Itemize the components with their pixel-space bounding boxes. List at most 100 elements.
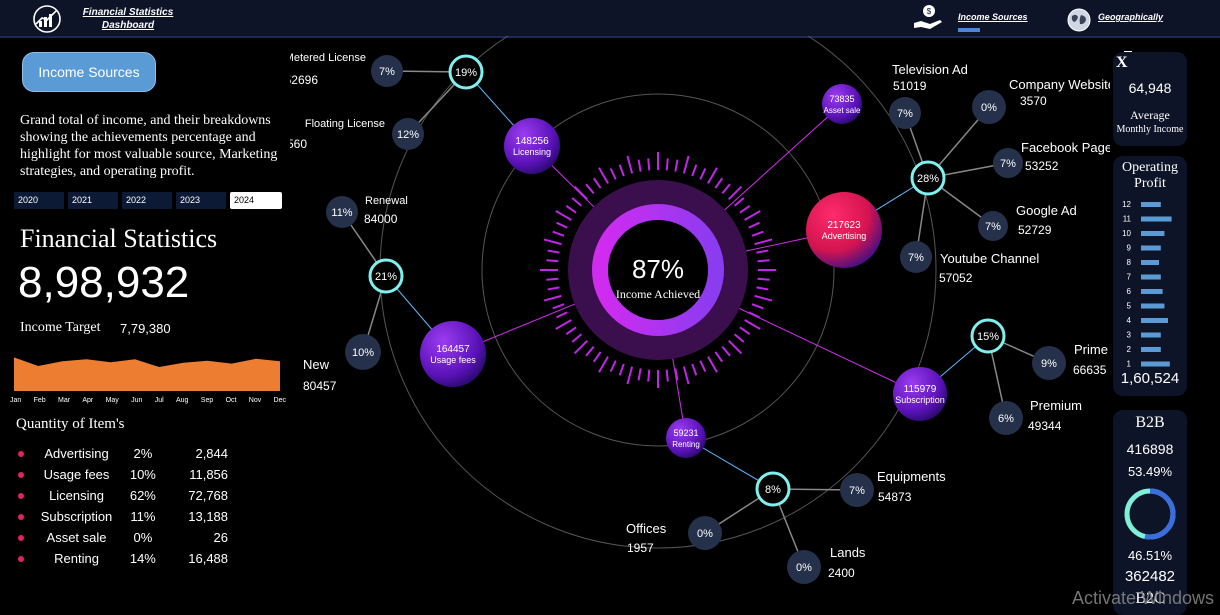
grand-total-value: 8,98,932 [18, 258, 190, 307]
tick-mark [609, 168, 617, 180]
leaf-value: 49344 [1028, 419, 1062, 433]
nav-income-sources[interactable]: Income Sources [958, 12, 1028, 22]
leaf-value: 80457 [303, 379, 337, 393]
leaf-name: Prime [1074, 342, 1108, 357]
income-sources-button[interactable]: Income Sources [22, 52, 156, 92]
hub-label: Renting [672, 440, 700, 449]
year-button[interactable]: 2022 [122, 192, 172, 209]
nav-geographically[interactable]: Geographically [1098, 12, 1163, 22]
item-name: Subscription [40, 509, 113, 524]
year-button[interactable]: 2024 [230, 192, 282, 209]
tick-mark [546, 277, 559, 281]
op-month-label: 11 [1123, 215, 1132, 224]
b2b-percent: 53.49% [1127, 464, 1173, 479]
tick-mark [665, 158, 669, 171]
leaf-percent: 7% [1000, 158, 1016, 170]
tick-mark [707, 167, 718, 184]
op-bar [1141, 318, 1168, 323]
year-button[interactable]: 2023 [176, 192, 226, 209]
operating-profit-title: Operating Profit [1122, 160, 1178, 191]
leaf-value: 95560 [290, 137, 307, 151]
leaf-name: Television Ad [892, 62, 968, 77]
tick-mark [618, 363, 625, 376]
month-tick-label: Nov [248, 397, 262, 404]
leaf-name: Offices [626, 521, 667, 536]
tick-mark [609, 360, 617, 372]
activate-windows-watermark: Activate Windows [1072, 588, 1215, 608]
tick-mark [757, 259, 770, 263]
quantity-items-heading: Quantity of Item's [16, 416, 125, 432]
tick-mark [757, 277, 770, 281]
leaf-name: Software Metered License [290, 52, 366, 64]
tick-mark [739, 204, 751, 214]
quantity-item-row: Asset sale 0% 26 [18, 527, 228, 548]
leaf-percent: 0% [981, 102, 997, 114]
income-target-value: 7,79,380 [120, 321, 171, 336]
item-percent: 0% [133, 530, 153, 545]
leaf-name: Premium [1030, 398, 1082, 413]
month-tick-label: Oct [225, 397, 237, 404]
leaf-name: Floating License [305, 118, 385, 130]
quantity-item-row: Advertising 2% 2,844 [18, 443, 228, 464]
leaf-percent: 9% [1041, 358, 1057, 370]
bullet-icon [18, 450, 24, 457]
op-month-label: 8 [1127, 258, 1132, 267]
tick-mark [721, 183, 731, 195]
bullet-icon [18, 555, 24, 562]
quantity-item-row: Licensing 62% 72,768 [18, 485, 228, 506]
globe-icon[interactable] [1066, 7, 1092, 33]
financial-statistics-heading: Financial Statistics [20, 224, 218, 253]
connector-percent: 19% [455, 67, 477, 79]
op-bar [1141, 347, 1161, 352]
tick-mark [699, 360, 707, 372]
leaf-percent: 12% [397, 129, 419, 141]
tick-mark [598, 167, 609, 184]
tick-mark [674, 159, 679, 172]
leaf-percent: 7% [849, 485, 865, 497]
tick-mark [682, 366, 690, 385]
tick-mark [682, 155, 690, 174]
op-month-label: 6 [1127, 287, 1132, 296]
money-hand-icon[interactable]: $ [912, 3, 944, 33]
monthly-income-area-chart [14, 357, 280, 391]
tick-mark [744, 210, 761, 221]
op-month-label: 2 [1127, 345, 1132, 354]
item-count: 11,856 [189, 467, 229, 482]
year-button[interactable]: 2021 [68, 192, 118, 209]
tick-mark [543, 238, 562, 246]
dashboard-title: Financial Statistics Dashboard [82, 6, 174, 32]
tick-mark [585, 345, 595, 357]
tick-mark [571, 197, 583, 207]
tick-mark [739, 326, 751, 336]
item-count: 72,768 [188, 488, 229, 503]
b2c-value: 362482 [1124, 568, 1176, 585]
tick-mark [647, 158, 651, 171]
tick-mark [756, 286, 769, 291]
month-tick-label: Apr [82, 397, 94, 404]
tick-mark [592, 177, 602, 189]
tick-mark [707, 356, 718, 373]
op-month-label: 4 [1127, 316, 1132, 325]
leaf-value: 51019 [893, 79, 927, 93]
hub-value: 73835 [829, 94, 854, 104]
tick-mark [665, 369, 669, 382]
year-button[interactable]: 2020 [14, 192, 64, 209]
hub-value: 164457 [436, 344, 470, 355]
operating-profit-total: 1,60,524 [1120, 370, 1180, 387]
leaf-percent: 7% [908, 252, 924, 264]
tick-mark [565, 326, 577, 336]
item-name: Usage fees [43, 467, 110, 482]
monthly-income-label: Monthly Income [1116, 124, 1184, 135]
leaf-value: 52729 [1018, 223, 1052, 237]
tick-mark [691, 164, 698, 177]
month-tick-label: Jun [131, 397, 143, 404]
hub-label: Asset sale [824, 106, 861, 115]
op-bar [1141, 274, 1161, 280]
top-bar [0, 0, 1220, 38]
hub-label: Advertising [822, 231, 867, 241]
leaf-value: 54873 [878, 490, 912, 504]
tick-mark [592, 351, 602, 363]
item-name: Advertising [44, 446, 109, 461]
title-line-2: Dashboard [101, 20, 155, 31]
income-achieved-percent: 87% [632, 254, 684, 284]
